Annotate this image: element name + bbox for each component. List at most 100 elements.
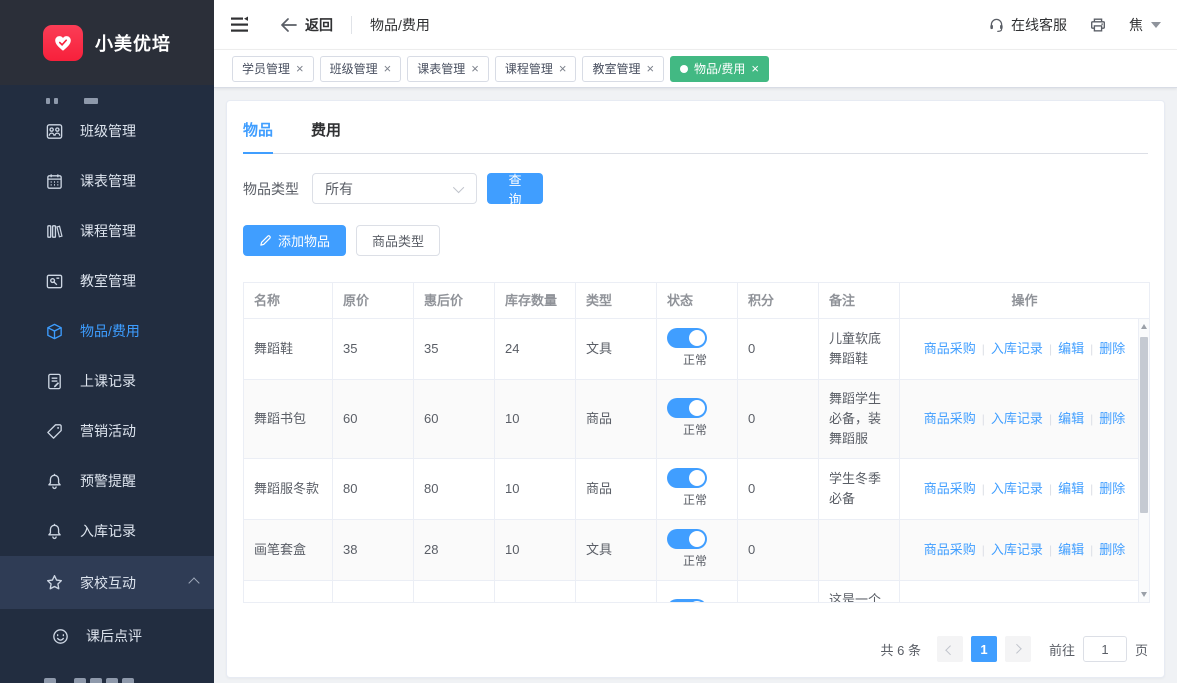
edit-link[interactable]: 编辑 bbox=[1058, 600, 1084, 602]
delete-link[interactable]: 删除 bbox=[1099, 339, 1125, 359]
clipped-menu-item-top bbox=[0, 85, 214, 106]
tag-close-icon[interactable]: × bbox=[384, 62, 392, 75]
next-page-button[interactable] bbox=[1005, 636, 1031, 662]
total-count-label: 共 6 条 bbox=[881, 640, 921, 659]
tag-item[interactable]: 课表管理× bbox=[407, 56, 489, 82]
sidebar: 小美优培 班级管理课表管理课程管理教室管理物品/费用上课记录营销活动预警提醒入库… bbox=[0, 0, 214, 683]
stockin-link[interactable]: 入库记录 bbox=[991, 479, 1043, 499]
printer-icon[interactable] bbox=[1089, 16, 1107, 34]
goto-page-input[interactable] bbox=[1083, 636, 1127, 662]
tag-close-icon[interactable]: × bbox=[751, 62, 759, 75]
col-header: 状态 bbox=[657, 283, 738, 318]
table-header: 名称原价惠后价库存数量类型状态积分备注操作 bbox=[244, 283, 1149, 319]
sidebar-item-after-class-review[interactable]: 课后点评 bbox=[0, 609, 214, 663]
cell-actions: 商品采购|入库记录|编辑|删除 bbox=[900, 520, 1149, 580]
goto-label: 前往 bbox=[1049, 640, 1075, 659]
status-toggle[interactable] bbox=[667, 328, 707, 348]
cell-points bbox=[738, 581, 819, 602]
sidebar-item-items-fees[interactable]: 物品/费用 bbox=[0, 306, 214, 356]
scroll-down-icon[interactable] bbox=[1141, 592, 1147, 597]
tag-item[interactable]: 班级管理× bbox=[320, 56, 402, 82]
tab-fees[interactable]: 费用 bbox=[311, 119, 341, 153]
delete-link[interactable]: 删除 bbox=[1099, 479, 1125, 499]
sidebar-item-marketing[interactable]: 营销活动 bbox=[0, 406, 214, 456]
back-button[interactable]: 返回 bbox=[280, 15, 333, 35]
cell-original-price: 35 bbox=[333, 319, 414, 379]
navbar-right: 在线客服 焦 bbox=[988, 15, 1161, 35]
sidebar-menu: 班级管理课表管理课程管理教室管理物品/费用上课记录营销活动预警提醒入库记录家校互… bbox=[0, 85, 214, 683]
tag-close-icon[interactable]: × bbox=[471, 62, 479, 75]
edit-link[interactable]: 编辑 bbox=[1058, 409, 1084, 429]
sidebar-item-family-school[interactable]: 家校互动 bbox=[0, 556, 214, 609]
query-button[interactable]: 查询 bbox=[487, 173, 543, 204]
sidebar-item-stock-in-records[interactable]: 入库记录 bbox=[0, 506, 214, 556]
tab-items[interactable]: 物品 bbox=[243, 119, 273, 153]
delete-link[interactable]: 删除 bbox=[1099, 540, 1125, 560]
sidebar-item-class-mgmt[interactable]: 班级管理 bbox=[0, 106, 214, 156]
item-type-label: 物品类型 bbox=[243, 179, 299, 199]
stockin-link[interactable]: 入库记录 bbox=[991, 339, 1043, 359]
cell-points: 0 bbox=[738, 319, 819, 379]
purchase-link[interactable]: 商品采购 bbox=[924, 479, 976, 499]
edit-link[interactable]: 编辑 bbox=[1058, 479, 1084, 499]
stockin-link[interactable]: 入库记录 bbox=[991, 540, 1043, 560]
sidebar-item-lesson-records[interactable]: 上课记录 bbox=[0, 356, 214, 406]
status-toggle[interactable] bbox=[667, 599, 707, 602]
chevron-down-icon bbox=[453, 181, 464, 192]
tag-item[interactable]: 教室管理× bbox=[582, 56, 664, 82]
stockin-link[interactable]: 入库记录 bbox=[991, 409, 1043, 429]
status-toggle[interactable] bbox=[667, 398, 707, 418]
toolbar: 添加物品 商品类型 bbox=[243, 225, 1148, 256]
scroll-up-icon[interactable] bbox=[1141, 324, 1147, 329]
tag-item[interactable]: 学员管理× bbox=[232, 56, 314, 82]
table-scrollbar[interactable] bbox=[1138, 319, 1149, 602]
add-item-button[interactable]: 添加物品 bbox=[243, 225, 346, 256]
panel-tabs: 物品 费用 bbox=[243, 119, 1148, 154]
prev-page-button[interactable] bbox=[937, 636, 963, 662]
cell-actions: 商品采购|入库记录|编辑|删除 bbox=[900, 459, 1149, 519]
cell-remark: 这是一个测 bbox=[819, 581, 900, 602]
table-row: 画笔套盒382810文具正常0商品采购|入库记录|编辑|删除 bbox=[244, 520, 1149, 581]
stockin-link[interactable]: 入库记录 bbox=[991, 600, 1043, 602]
page-1-button[interactable]: 1 bbox=[971, 636, 997, 662]
scrollbar-thumb[interactable] bbox=[1140, 337, 1148, 513]
cell-discount-price: 80 bbox=[414, 459, 495, 519]
sidebar-item-alerts[interactable]: 预警提醒 bbox=[0, 456, 214, 506]
user-name: 焦 bbox=[1129, 15, 1143, 35]
filter-row: 物品类型 所有 查询 bbox=[243, 173, 1148, 204]
purchase-link[interactable]: 商品采购 bbox=[924, 339, 976, 359]
sidebar-fold-icon[interactable] bbox=[230, 15, 252, 35]
sidebar-item-timetable-mgmt[interactable]: 课表管理 bbox=[0, 156, 214, 206]
category-button[interactable]: 商品类型 bbox=[356, 225, 440, 256]
edit-link[interactable]: 编辑 bbox=[1058, 540, 1084, 560]
table-row: 这是一个测商品采购|入库记录|编辑|删除 bbox=[244, 581, 1149, 602]
select-value: 所有 bbox=[325, 179, 353, 199]
col-header: 积分 bbox=[738, 283, 819, 318]
table-body: 舞蹈鞋353524文具正常0儿童软底舞蹈鞋商品采购|入库记录|编辑|删除舞蹈书包… bbox=[244, 319, 1149, 602]
user-menu[interactable]: 焦 bbox=[1129, 15, 1161, 35]
col-header: 操作 bbox=[900, 283, 1149, 318]
cell-actions: 商品采购|入库记录|编辑|删除 bbox=[900, 581, 1149, 602]
back-arrow-icon bbox=[280, 18, 297, 32]
status-toggle[interactable] bbox=[667, 468, 707, 488]
item-type-select[interactable]: 所有 bbox=[312, 173, 477, 204]
status-toggle[interactable] bbox=[667, 529, 707, 549]
delete-link[interactable]: 删除 bbox=[1099, 409, 1125, 429]
tag-close-icon[interactable]: × bbox=[646, 62, 654, 75]
sidebar-item-classroom-mgmt[interactable]: 教室管理 bbox=[0, 256, 214, 306]
sidebar-item-course-mgmt[interactable]: 课程管理 bbox=[0, 206, 214, 256]
tag-close-icon[interactable]: × bbox=[559, 62, 567, 75]
edit-link[interactable]: 编辑 bbox=[1058, 339, 1084, 359]
bell-icon bbox=[44, 521, 64, 541]
tag-close-icon[interactable]: × bbox=[296, 62, 304, 75]
purchase-link[interactable]: 商品采购 bbox=[924, 540, 976, 560]
online-service-button[interactable]: 在线客服 bbox=[988, 15, 1067, 35]
col-header: 惠后价 bbox=[414, 283, 495, 318]
purchase-link[interactable]: 商品采购 bbox=[924, 600, 976, 602]
doc-icon bbox=[44, 371, 64, 391]
cell-discount-price: 28 bbox=[414, 520, 495, 580]
purchase-link[interactable]: 商品采购 bbox=[924, 409, 976, 429]
tag-item[interactable]: 物品/费用× bbox=[670, 56, 769, 82]
delete-link[interactable]: 删除 bbox=[1099, 600, 1125, 602]
tag-item[interactable]: 课程管理× bbox=[495, 56, 577, 82]
